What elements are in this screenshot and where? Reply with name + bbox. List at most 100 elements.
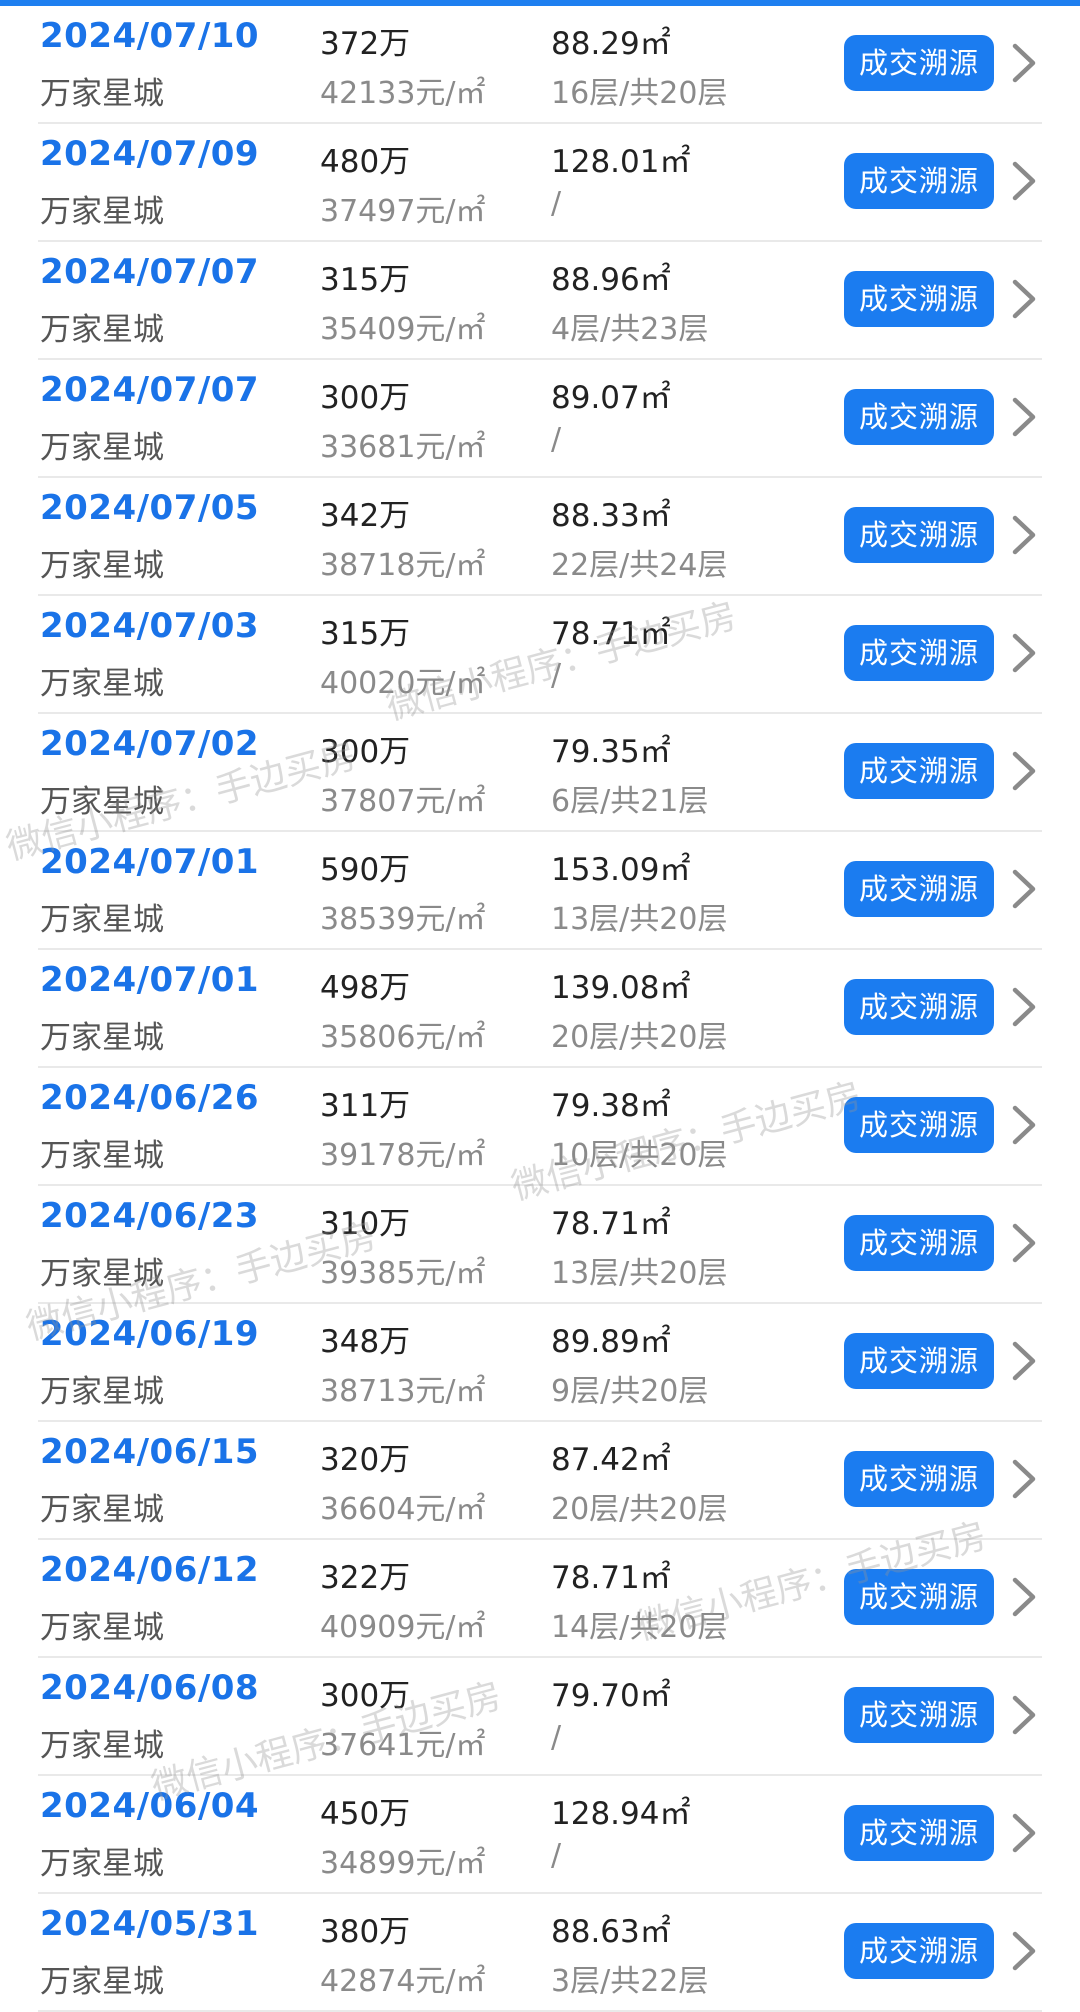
floor-info: 13层/共20层 — [551, 902, 728, 937]
community-name: 万家星城 — [40, 194, 164, 230]
deal-date: 2024/07/10 — [40, 16, 260, 56]
transaction-row[interactable]: 2024/07/05 万家星城 342万 38718元/㎡ 88.33㎡ 22层… — [38, 478, 1042, 596]
chevron-right-icon[interactable] — [1006, 1810, 1040, 1856]
deal-trace-button[interactable]: 成交溯源 — [844, 1923, 994, 1979]
chevron-right-icon[interactable] — [1006, 630, 1040, 676]
deal-trace-button[interactable]: 成交溯源 — [844, 35, 994, 91]
transaction-row[interactable]: 2024/06/23 万家星城 310万 39385元/㎡ 78.71㎡ 13层… — [38, 1186, 1042, 1304]
chevron-right-icon[interactable] — [1006, 158, 1040, 204]
chevron-right-icon[interactable] — [1006, 276, 1040, 322]
chevron-right-icon[interactable] — [1006, 1692, 1040, 1738]
floor-info: / — [551, 658, 562, 693]
community-name: 万家星城 — [40, 76, 164, 112]
transaction-row[interactable]: 2024/07/10 万家星城 372万 42133元/㎡ 88.29㎡ 16层… — [38, 6, 1042, 124]
community-name: 万家星城 — [40, 1610, 164, 1646]
chevron-right-icon[interactable] — [1006, 1456, 1040, 1502]
chevron-right-icon[interactable] — [1006, 748, 1040, 794]
deal-trace-button[interactable]: 成交溯源 — [844, 1451, 994, 1507]
chevron-right-icon[interactable] — [1006, 1338, 1040, 1384]
chevron-right-icon[interactable] — [1006, 1574, 1040, 1620]
chevron-right-icon[interactable] — [1006, 1220, 1040, 1266]
transaction-row[interactable]: 2024/06/12 万家星城 322万 40909元/㎡ 78.71㎡ 14层… — [38, 1540, 1042, 1658]
transaction-row[interactable]: 2024/06/15 万家星城 320万 36604元/㎡ 87.42㎡ 20层… — [38, 1422, 1042, 1540]
deal-trace-button[interactable]: 成交溯源 — [844, 1333, 994, 1389]
floor-info: 10层/共20层 — [551, 1138, 728, 1173]
total-price: 311万 — [320, 1088, 411, 1124]
chevron-right-icon[interactable] — [1006, 394, 1040, 440]
floor-info: 9层/共20层 — [551, 1374, 709, 1409]
chevron-right-icon[interactable] — [1006, 512, 1040, 558]
floor-area: 78.71㎡ — [551, 1206, 671, 1242]
transaction-row[interactable]: 2024/07/01 万家星城 498万 35806元/㎡ 139.08㎡ 20… — [38, 950, 1042, 1068]
deal-trace-button[interactable]: 成交溯源 — [844, 507, 994, 563]
deal-trace-button[interactable]: 成交溯源 — [844, 979, 994, 1035]
community-name: 万家星城 — [40, 1020, 164, 1056]
unit-price: 37807元/㎡ — [320, 784, 486, 819]
transaction-row[interactable]: 2024/06/04 万家星城 450万 34899元/㎡ 128.94㎡ / … — [38, 1776, 1042, 1894]
deal-trace-button[interactable]: 成交溯源 — [844, 1097, 994, 1153]
deal-trace-button[interactable]: 成交溯源 — [844, 1569, 994, 1625]
transaction-row[interactable]: 2024/06/26 万家星城 311万 39178元/㎡ 79.38㎡ 10层… — [38, 1068, 1042, 1186]
unit-price: 40020元/㎡ — [320, 666, 486, 701]
deal-trace-button[interactable]: 成交溯源 — [844, 153, 994, 209]
chevron-right-icon[interactable] — [1006, 1928, 1040, 1974]
deal-trace-button[interactable]: 成交溯源 — [844, 1805, 994, 1861]
community-name: 万家星城 — [40, 1728, 164, 1764]
unit-price: 39178元/㎡ — [320, 1138, 486, 1173]
floor-area: 89.07㎡ — [551, 380, 671, 416]
chevron-right-icon[interactable] — [1006, 40, 1040, 86]
transaction-row[interactable]: 2024/07/09 万家星城 480万 37497元/㎡ 128.01㎡ / … — [38, 124, 1042, 242]
deal-date: 2024/07/02 — [40, 724, 260, 764]
deal-trace-button[interactable]: 成交溯源 — [844, 271, 994, 327]
community-name: 万家星城 — [40, 548, 164, 584]
transaction-row[interactable]: 2024/06/08 万家星城 300万 37641元/㎡ 79.70㎡ / 成… — [38, 1658, 1042, 1776]
deal-trace-button[interactable]: 成交溯源 — [844, 743, 994, 799]
deal-trace-button[interactable]: 成交溯源 — [844, 1687, 994, 1743]
deal-trace-button[interactable]: 成交溯源 — [844, 861, 994, 917]
floor-area: 79.70㎡ — [551, 1678, 671, 1714]
transaction-row[interactable]: 2024/07/03 万家星城 315万 40020元/㎡ 78.71㎡ / 成… — [38, 596, 1042, 714]
floor-info: 13层/共20层 — [551, 1256, 728, 1291]
floor-info: / — [551, 1838, 562, 1873]
deal-trace-button[interactable]: 成交溯源 — [844, 389, 994, 445]
unit-price: 38539元/㎡ — [320, 902, 486, 937]
deal-date: 2024/06/08 — [40, 1668, 260, 1708]
community-name: 万家星城 — [40, 312, 164, 348]
community-name: 万家星城 — [40, 1964, 164, 2000]
transaction-row[interactable]: 2024/07/07 万家星城 315万 35409元/㎡ 88.96㎡ 4层/… — [38, 242, 1042, 360]
chevron-right-icon[interactable] — [1006, 1102, 1040, 1148]
community-name: 万家星城 — [40, 1374, 164, 1410]
total-price: 310万 — [320, 1206, 411, 1242]
community-name: 万家星城 — [40, 784, 164, 820]
total-price: 348万 — [320, 1324, 411, 1360]
transaction-row[interactable]: 2024/06/19 万家星城 348万 38713元/㎡ 89.89㎡ 9层/… — [38, 1304, 1042, 1422]
total-price: 300万 — [320, 1678, 411, 1714]
transaction-row[interactable]: 2024/05/31 万家星城 380万 42874元/㎡ 88.63㎡ 3层/… — [38, 1894, 1042, 2012]
deal-date: 2024/07/01 — [40, 960, 260, 1000]
floor-area: 88.29㎡ — [551, 26, 671, 62]
transaction-row[interactable]: 2024/07/01 万家星城 590万 38539元/㎡ 153.09㎡ 13… — [38, 832, 1042, 950]
community-name: 万家星城 — [40, 902, 164, 938]
floor-info: 22层/共24层 — [551, 548, 728, 583]
deal-trace-button[interactable]: 成交溯源 — [844, 1215, 994, 1271]
floor-info: 20层/共20层 — [551, 1020, 728, 1055]
deal-trace-button[interactable]: 成交溯源 — [844, 625, 994, 681]
community-name: 万家星城 — [40, 1138, 164, 1174]
unit-price: 33681元/㎡ — [320, 430, 486, 465]
transaction-row[interactable]: 2024/07/07 万家星城 300万 33681元/㎡ 89.07㎡ / 成… — [38, 360, 1042, 478]
community-name: 万家星城 — [40, 1256, 164, 1292]
floor-info: 6层/共21层 — [551, 784, 709, 819]
deal-date: 2024/06/19 — [40, 1314, 260, 1354]
floor-info: / — [551, 1720, 562, 1755]
floor-info: 3层/共22层 — [551, 1964, 709, 1999]
deal-date: 2024/06/23 — [40, 1196, 260, 1236]
deal-date: 2024/07/01 — [40, 842, 260, 882]
total-price: 315万 — [320, 262, 411, 298]
floor-area: 128.01㎡ — [551, 144, 691, 180]
chevron-right-icon[interactable] — [1006, 984, 1040, 1030]
deal-date: 2024/06/26 — [40, 1078, 260, 1118]
chevron-right-icon[interactable] — [1006, 866, 1040, 912]
floor-area: 79.35㎡ — [551, 734, 671, 770]
transaction-list: 2024/07/10 万家星城 372万 42133元/㎡ 88.29㎡ 16层… — [38, 6, 1042, 2012]
transaction-row[interactable]: 2024/07/02 万家星城 300万 37807元/㎡ 79.35㎡ 6层/… — [38, 714, 1042, 832]
